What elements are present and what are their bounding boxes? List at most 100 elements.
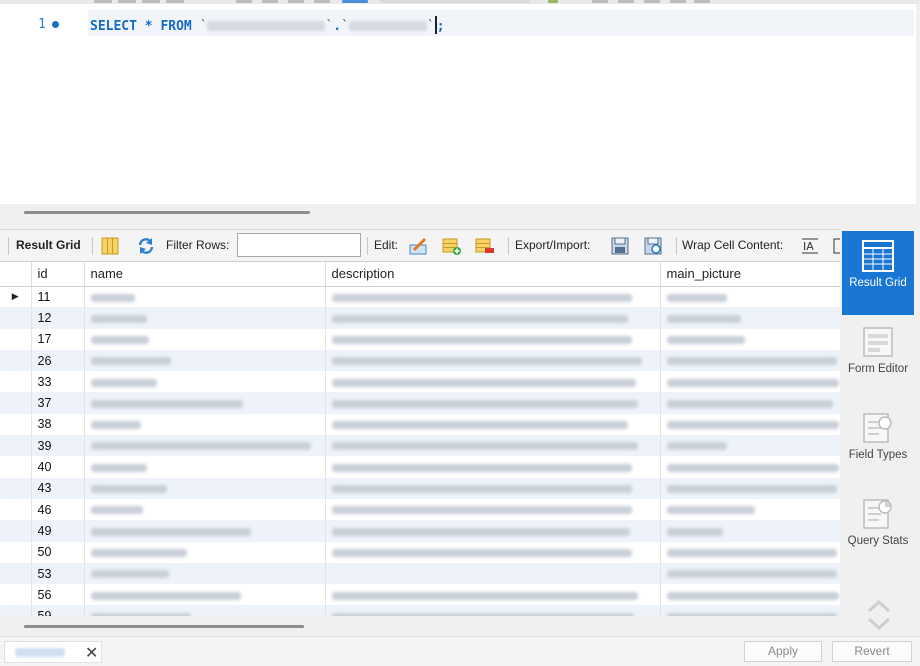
cell-name[interactable] — [84, 435, 326, 457]
filter-rows-input[interactable] — [237, 233, 361, 257]
row-pointer-cell[interactable] — [0, 371, 32, 393]
table-row[interactable]: 17 — [0, 328, 840, 350]
cell-id[interactable]: 46 — [31, 498, 85, 521]
cell-name[interactable] — [84, 477, 326, 499]
table-row[interactable]: 38 — [0, 413, 840, 436]
row-pointer-cell[interactable] — [0, 541, 32, 563]
cell-id[interactable]: 17 — [31, 328, 85, 350]
cell-main-picture[interactable] — [660, 371, 840, 393]
row-pointer-cell[interactable] — [0, 413, 32, 436]
cell-id[interactable]: 26 — [31, 349, 85, 372]
cell-description[interactable] — [325, 371, 661, 393]
refresh-icon[interactable] — [136, 236, 156, 256]
row-pointer-cell[interactable] — [0, 392, 32, 414]
cell-id[interactable]: 38 — [31, 413, 85, 436]
revert-button[interactable]: Revert — [832, 641, 912, 662]
cell-main-picture[interactable] — [660, 498, 840, 521]
cell-description[interactable] — [325, 392, 661, 414]
cell-name[interactable] — [84, 413, 326, 436]
cell-description[interactable] — [325, 307, 661, 329]
sql-code[interactable]: SELECT * FROM ` `.` `; — [90, 16, 445, 34]
edit-row-icon[interactable] — [408, 236, 428, 256]
delete-row-icon[interactable] — [475, 236, 495, 256]
cell-name[interactable] — [84, 392, 326, 414]
table-row[interactable]: 12 — [0, 307, 840, 329]
cell-main-picture[interactable] — [660, 286, 840, 308]
cell-description[interactable] — [325, 349, 661, 372]
cell-description[interactable] — [325, 328, 661, 350]
row-pointer-cell[interactable] — [0, 520, 32, 542]
column-header-name[interactable]: name — [84, 262, 326, 287]
cell-name[interactable] — [84, 498, 326, 521]
column-header-description[interactable]: description — [325, 262, 661, 287]
cell-description[interactable] — [325, 435, 661, 457]
import-icon[interactable] — [643, 236, 663, 256]
side-form-editor-button[interactable]: Form Editor — [842, 317, 914, 401]
cell-name[interactable] — [84, 541, 326, 563]
close-tab-icon[interactable]: ✕ — [85, 643, 98, 663]
row-pointer-cell[interactable] — [0, 307, 32, 329]
cell-name[interactable] — [84, 562, 326, 585]
cell-description[interactable] — [325, 584, 661, 606]
cell-main-picture[interactable] — [660, 456, 840, 478]
row-pointer-cell[interactable]: ▶ — [0, 286, 32, 308]
cell-description[interactable] — [325, 605, 661, 616]
table-row[interactable]: 37 — [0, 392, 840, 414]
row-pointer-cell[interactable] — [0, 605, 32, 616]
cell-main-picture[interactable] — [660, 392, 840, 414]
cell-description[interactable] — [325, 541, 661, 563]
cell-main-picture[interactable] — [660, 541, 840, 563]
table-row[interactable]: 56 — [0, 584, 840, 606]
side-result-grid-button[interactable]: Result Grid — [842, 231, 914, 315]
row-pointer-cell[interactable] — [0, 477, 32, 499]
cell-main-picture[interactable] — [660, 349, 840, 372]
table-row[interactable]: ▶ 11 — [0, 286, 840, 308]
cell-name[interactable] — [84, 605, 326, 616]
cell-main-picture[interactable] — [660, 562, 840, 585]
cell-main-picture[interactable] — [660, 435, 840, 457]
table-row[interactable]: 53 — [0, 562, 840, 585]
grid-horizontal-scrollbar[interactable] — [24, 625, 304, 628]
cell-id[interactable]: 50 — [31, 541, 85, 563]
result-grid[interactable]: id name description main_picture ▶ 11 12 17… — [0, 261, 840, 616]
row-pointer-cell[interactable] — [0, 328, 32, 350]
side-query-stats-button[interactable]: Query Stats — [842, 489, 914, 573]
cell-id[interactable]: 53 — [31, 562, 85, 585]
table-row[interactable]: 59 — [0, 605, 840, 616]
cell-id[interactable]: 37 — [31, 392, 85, 414]
export-icon[interactable] — [610, 236, 630, 256]
cell-id[interactable]: 56 — [31, 584, 85, 606]
column-header-main-picture[interactable]: main_picture — [660, 262, 840, 287]
cell-main-picture[interactable] — [660, 307, 840, 329]
statement-marker-icon[interactable] — [52, 21, 59, 28]
cell-id[interactable]: 33 — [31, 371, 85, 393]
editor-horizontal-scrollbar[interactable] — [24, 211, 310, 214]
cell-name[interactable] — [84, 371, 326, 393]
cell-id[interactable]: 43 — [31, 477, 85, 499]
cell-id[interactable]: 40 — [31, 456, 85, 478]
table-row[interactable]: 49 — [0, 520, 840, 542]
table-row[interactable]: 40 — [0, 456, 840, 478]
wrap-text-icon[interactable]: IA — [800, 236, 820, 256]
cell-name[interactable] — [84, 349, 326, 372]
row-pointer-cell[interactable] — [0, 349, 32, 372]
cell-description[interactable] — [325, 413, 661, 436]
cell-description[interactable] — [325, 477, 661, 499]
table-row[interactable]: 43 — [0, 477, 840, 499]
insert-row-icon[interactable] — [442, 236, 462, 256]
sql-editor[interactable]: 1 SELECT * FROM ` `.` `; — [0, 4, 916, 204]
cell-main-picture[interactable] — [660, 520, 840, 542]
table-row[interactable]: 33 — [0, 371, 840, 393]
cell-description[interactable] — [325, 456, 661, 478]
row-pointer-cell[interactable] — [0, 498, 32, 521]
table-row[interactable]: 46 — [0, 498, 840, 521]
row-pointer-cell[interactable] — [0, 562, 32, 585]
cell-id[interactable]: 59 — [31, 605, 85, 616]
row-pointer-cell[interactable] — [0, 584, 32, 606]
cell-main-picture[interactable] — [660, 328, 840, 350]
cell-description[interactable] — [325, 562, 661, 585]
cell-name[interactable] — [84, 328, 326, 350]
cell-name[interactable] — [84, 456, 326, 478]
table-row[interactable]: 39 — [0, 435, 840, 457]
cell-id[interactable]: 39 — [31, 435, 85, 457]
